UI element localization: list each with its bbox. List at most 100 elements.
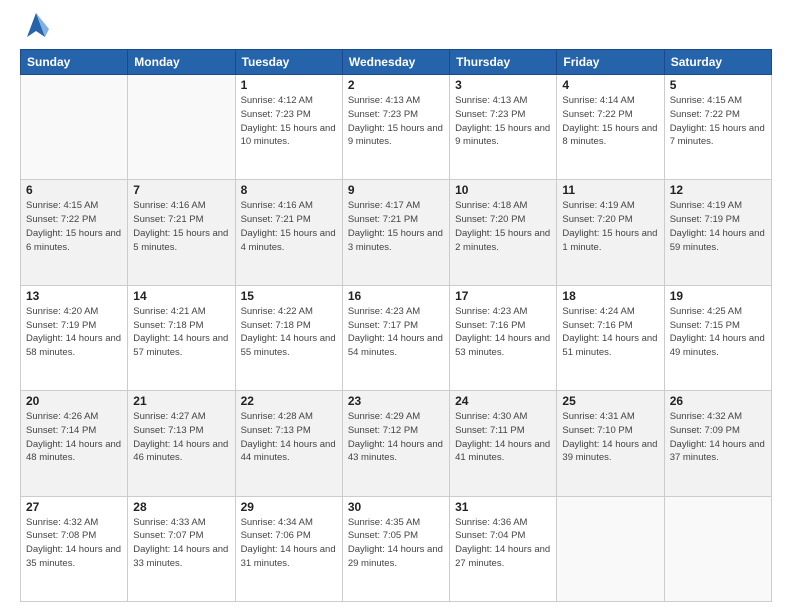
calendar-table: Sunday Monday Tuesday Wednesday Thursday… <box>20 49 772 602</box>
table-row: 31Sunrise: 4:36 AMSunset: 7:04 PMDayligh… <box>450 496 557 601</box>
day-info: Sunrise: 4:31 AMSunset: 7:10 PMDaylight:… <box>562 410 658 465</box>
day-number: 25 <box>562 394 658 408</box>
daylight-text: Daylight: 15 hours and 1 minute. <box>562 228 657 253</box>
calendar-week-row: 27Sunrise: 4:32 AMSunset: 7:08 PMDayligh… <box>21 496 772 601</box>
table-row: 10Sunrise: 4:18 AMSunset: 7:20 PMDayligh… <box>450 180 557 285</box>
day-number: 20 <box>26 394 122 408</box>
day-info: Sunrise: 4:35 AMSunset: 7:05 PMDaylight:… <box>348 516 444 571</box>
table-row: 25 Sunrise: 4:31 AMSunset: 7:10 PMDayligh… <box>557 391 664 496</box>
table-row: 6 Sunrise: 4:15 AMSunset: 7:22 PMDaylight… <box>21 180 128 285</box>
table-row: 16 Sunrise: 4:23 AMSunset: 7:17 PMDayligh… <box>342 285 449 390</box>
sunrise-text: Sunrise: 4:32 AM <box>670 411 742 422</box>
sunrise-text: Sunrise: 4:36 AM <box>455 517 527 528</box>
day-info: Sunrise: 4:33 AMSunset: 7:07 PMDaylight:… <box>133 516 229 571</box>
sunrise-text: Sunrise: 4:26 AM <box>26 411 98 422</box>
day-info: Sunrise: 4:14 AMSunset: 7:22 PMDaylight:… <box>562 94 658 149</box>
day-number: 17 <box>455 289 551 303</box>
daylight-text: Daylight: 14 hours and 51 minutes. <box>562 333 657 358</box>
day-number: 4 <box>562 78 658 92</box>
table-row: 27Sunrise: 4:32 AMSunset: 7:08 PMDayligh… <box>21 496 128 601</box>
sunrise-text: Sunrise: 4:12 AM <box>241 95 313 106</box>
day-info: Sunrise: 4:12 AMSunset: 7:23 PMDaylight:… <box>241 94 337 149</box>
sunrise-text: Sunrise: 4:33 AM <box>133 517 205 528</box>
sunset-text: Sunset: 7:13 PM <box>241 425 311 436</box>
sunset-text: Sunset: 7:06 PM <box>241 530 311 541</box>
day-info: Sunrise: 4:19 AMSunset: 7:19 PMDaylight:… <box>670 199 766 254</box>
day-number: 21 <box>133 394 229 408</box>
sunrise-text: Sunrise: 4:16 AM <box>241 200 313 211</box>
sunrise-text: Sunrise: 4:19 AM <box>670 200 742 211</box>
daylight-text: Daylight: 14 hours and 46 minutes. <box>133 439 228 464</box>
calendar-week-row: 1Sunrise: 4:12 AMSunset: 7:23 PMDaylight… <box>21 75 772 180</box>
page: Sunday Monday Tuesday Wednesday Thursday… <box>0 0 792 612</box>
table-row: 12Sunrise: 4:19 AMSunset: 7:19 PMDayligh… <box>664 180 771 285</box>
day-number: 24 <box>455 394 551 408</box>
table-row: 19Sunrise: 4:25 AMSunset: 7:15 PMDayligh… <box>664 285 771 390</box>
table-row <box>557 496 664 601</box>
table-row: 5Sunrise: 4:15 AMSunset: 7:22 PMDaylight… <box>664 75 771 180</box>
day-info: Sunrise: 4:17 AMSunset: 7:21 PMDaylight:… <box>348 199 444 254</box>
header-tuesday: Tuesday <box>235 50 342 75</box>
day-info: Sunrise: 4:28 AMSunset: 7:13 PMDaylight:… <box>241 410 337 465</box>
day-info: Sunrise: 4:23 AMSunset: 7:17 PMDaylight:… <box>348 305 444 360</box>
sunrise-text: Sunrise: 4:23 AM <box>455 306 527 317</box>
sunset-text: Sunset: 7:11 PM <box>455 425 525 436</box>
day-info: Sunrise: 4:15 AMSunset: 7:22 PMDaylight:… <box>26 199 122 254</box>
day-info: Sunrise: 4:21 AMSunset: 7:18 PMDaylight:… <box>133 305 229 360</box>
sunrise-text: Sunrise: 4:17 AM <box>348 200 420 211</box>
sunset-text: Sunset: 7:04 PM <box>455 530 525 541</box>
sunset-text: Sunset: 7:17 PM <box>348 320 418 331</box>
sunset-text: Sunset: 7:13 PM <box>133 425 203 436</box>
sunrise-text: Sunrise: 4:21 AM <box>133 306 205 317</box>
sunset-text: Sunset: 7:18 PM <box>133 320 203 331</box>
daylight-text: Daylight: 15 hours and 8 minutes. <box>562 123 657 148</box>
day-number: 28 <box>133 500 229 514</box>
day-number: 16 <box>348 289 444 303</box>
sunset-text: Sunset: 7:23 PM <box>455 109 525 120</box>
day-number: 6 <box>26 183 122 197</box>
table-row <box>128 75 235 180</box>
sunrise-text: Sunrise: 4:35 AM <box>348 517 420 528</box>
daylight-text: Daylight: 14 hours and 29 minutes. <box>348 544 443 569</box>
header-wednesday: Wednesday <box>342 50 449 75</box>
sunrise-text: Sunrise: 4:20 AM <box>26 306 98 317</box>
daylight-text: Daylight: 14 hours and 43 minutes. <box>348 439 443 464</box>
daylight-text: Daylight: 14 hours and 48 minutes. <box>26 439 121 464</box>
day-info: Sunrise: 4:13 AMSunset: 7:23 PMDaylight:… <box>348 94 444 149</box>
sunset-text: Sunset: 7:14 PM <box>26 425 96 436</box>
table-row: 2Sunrise: 4:13 AMSunset: 7:23 PMDaylight… <box>342 75 449 180</box>
sunset-text: Sunset: 7:19 PM <box>670 214 740 225</box>
table-row: 15Sunrise: 4:22 AMSunset: 7:18 PMDayligh… <box>235 285 342 390</box>
sunrise-text: Sunrise: 4:16 AM <box>133 200 205 211</box>
table-row: 26Sunrise: 4:32 AMSunset: 7:09 PMDayligh… <box>664 391 771 496</box>
daylight-text: Daylight: 14 hours and 31 minutes. <box>241 544 336 569</box>
sunset-text: Sunset: 7:22 PM <box>670 109 740 120</box>
sunset-text: Sunset: 7:19 PM <box>26 320 96 331</box>
sunrise-text: Sunrise: 4:28 AM <box>241 411 313 422</box>
table-row: 20 Sunrise: 4:26 AM Sunset: 7:14 PM Dayligh… <box>21 391 128 496</box>
table-row: 29Sunrise: 4:34 AMSunset: 7:06 PMDayligh… <box>235 496 342 601</box>
daylight-text: Daylight: 15 hours and 4 minutes. <box>241 228 336 253</box>
calendar-week-row: 13Sunrise: 4:20 AMSunset: 7:19 PMDayligh… <box>21 285 772 390</box>
table-row: 8Sunrise: 4:16 AMSunset: 7:21 PMDaylight… <box>235 180 342 285</box>
sunrise-text: Sunrise: 4:22 AM <box>241 306 313 317</box>
day-info: Sunrise: 4:27 AMSunset: 7:13 PMDaylight:… <box>133 410 229 465</box>
calendar-week-row: 20 Sunrise: 4:26 AM Sunset: 7:14 PM Dayligh… <box>21 391 772 496</box>
daylight-text: Daylight: 14 hours and 41 minutes. <box>455 439 550 464</box>
table-row: 13Sunrise: 4:20 AMSunset: 7:19 PMDayligh… <box>21 285 128 390</box>
daylight-text: Daylight: 15 hours and 7 minutes. <box>670 123 765 148</box>
sunset-text: Sunset: 7:21 PM <box>133 214 203 225</box>
day-info: Sunrise: 4:32 AMSunset: 7:08 PMDaylight:… <box>26 516 122 571</box>
daylight-text: Daylight: 15 hours and 10 minutes. <box>241 123 336 148</box>
table-row: 21 Sunrise: 4:27 AMSunset: 7:13 PMDayligh… <box>128 391 235 496</box>
day-info: Sunrise: 4:22 AMSunset: 7:18 PMDaylight:… <box>241 305 337 360</box>
day-info: Sunrise: 4:13 AMSunset: 7:23 PMDaylight:… <box>455 94 551 149</box>
table-row: 18Sunrise: 4:24 AMSunset: 7:16 PMDayligh… <box>557 285 664 390</box>
daylight-text: Daylight: 15 hours and 6 minutes. <box>26 228 121 253</box>
header-saturday: Saturday <box>664 50 771 75</box>
sunset-text: Sunset: 7:20 PM <box>562 214 632 225</box>
day-number: 10 <box>455 183 551 197</box>
sunrise-text: Sunrise: 4:14 AM <box>562 95 634 106</box>
table-row: 28 Sunrise: 4:33 AMSunset: 7:07 PMDayligh… <box>128 496 235 601</box>
header-thursday: Thursday <box>450 50 557 75</box>
